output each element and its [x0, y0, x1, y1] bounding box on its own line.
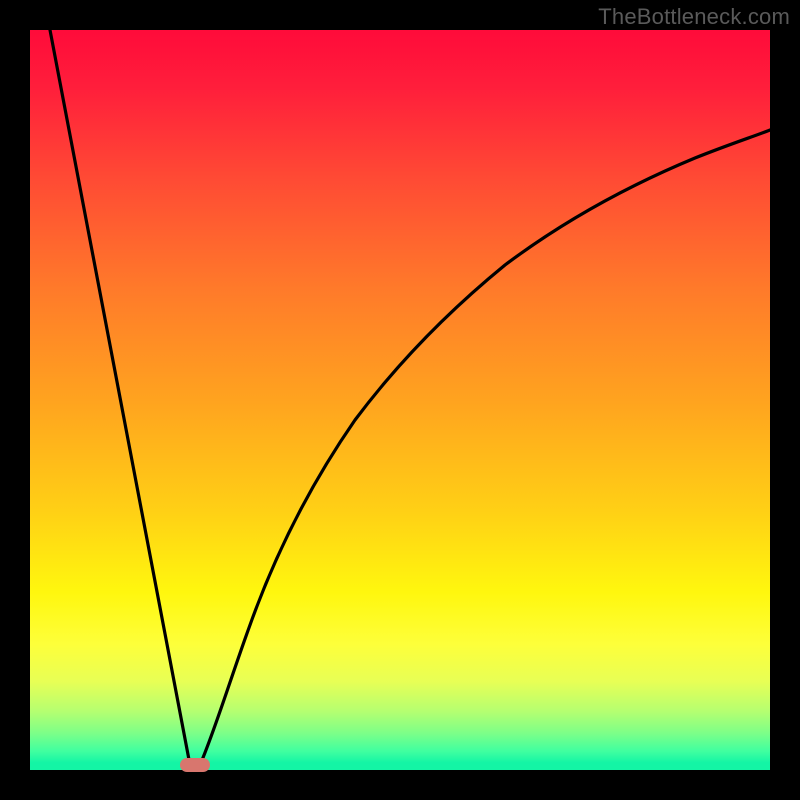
bottleneck-curve	[50, 30, 770, 765]
plot-area	[30, 30, 770, 770]
curve-svg	[30, 30, 770, 770]
optimal-marker	[180, 758, 210, 772]
chart-frame: TheBottleneck.com	[0, 0, 800, 800]
watermark-text: TheBottleneck.com	[598, 4, 790, 30]
